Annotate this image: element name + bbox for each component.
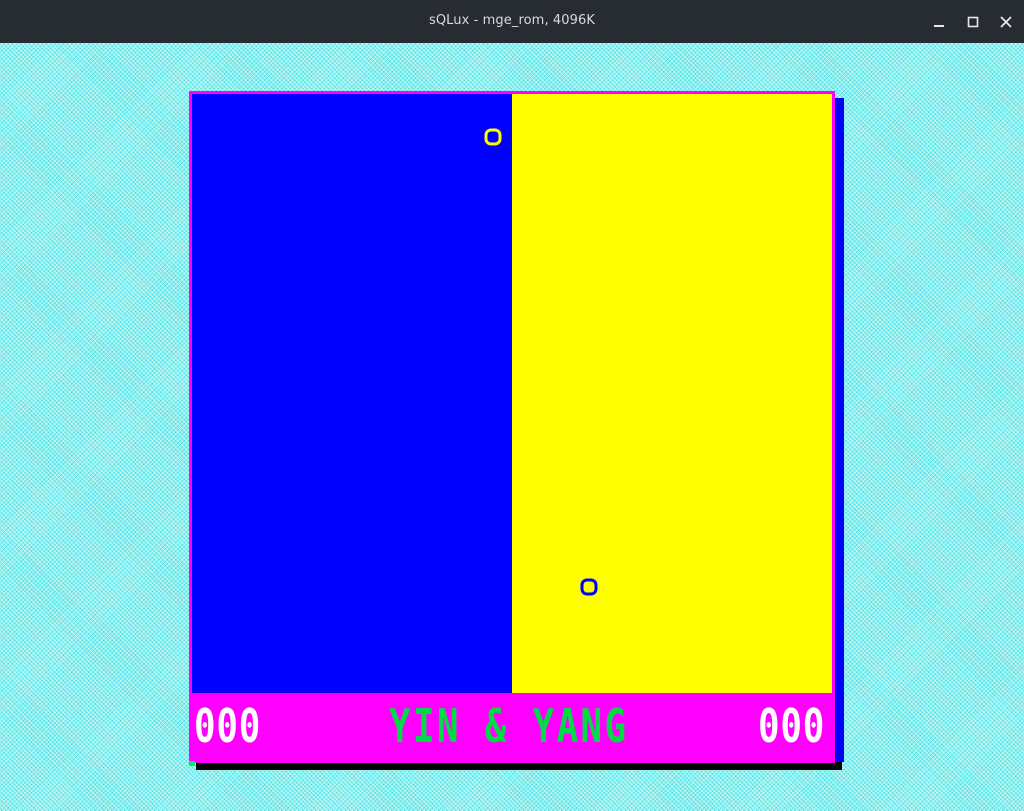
score-right: 000 [758, 699, 826, 753]
yin-ball [484, 128, 502, 146]
yang-ball [580, 578, 598, 596]
yin-panel[interactable] [192, 94, 512, 693]
game-window-shadow-edge [836, 98, 844, 762]
close-button[interactable] [996, 12, 1016, 32]
game-title: YIN & YANG [389, 699, 629, 753]
window-titlebar[interactable]: sQLux - mge_rom, 4096K [0, 0, 1024, 43]
maximize-button[interactable] [963, 12, 983, 32]
maximize-icon [967, 16, 979, 28]
minimize-icon [934, 25, 944, 27]
minimize-button[interactable] [929, 12, 949, 32]
frame-corner-mark [189, 761, 195, 766]
yang-panel[interactable] [512, 94, 832, 693]
close-icon [1000, 16, 1012, 28]
window-title: sQLux - mge_rom, 4096K [428, 13, 596, 28]
score-left: 000 [194, 699, 262, 753]
